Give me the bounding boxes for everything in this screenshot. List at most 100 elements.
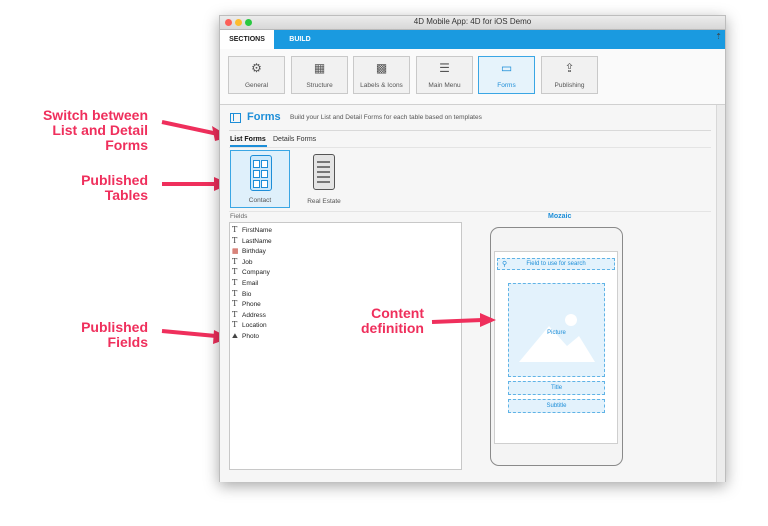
menu-icon: ☰: [439, 61, 450, 75]
toolbar-publishing-button[interactable]: ⇪ Publishing: [541, 56, 598, 94]
upload-icon[interactable]: ⇡: [715, 32, 722, 41]
toolbar-label: Labels & Icons: [360, 82, 403, 89]
calendar-icon: ▦: [232, 247, 239, 256]
field-name: Phone: [242, 301, 261, 309]
toolbar-label: Publishing: [554, 82, 585, 89]
field-name: Location: [242, 322, 267, 330]
structure-icon: ▦: [313, 61, 326, 75]
annotation-content-definition: Content definition: [330, 306, 424, 336]
field-item[interactable]: T Company: [232, 267, 270, 277]
annotation-line: Switch between: [42, 107, 148, 123]
annotation-line: definition: [361, 320, 424, 336]
field-item[interactable]: T Email: [232, 278, 258, 288]
app-window: 4D Mobile App: 4D for iOS Demo SECTIONS …: [219, 15, 726, 482]
template-name[interactable]: Mozaic: [548, 213, 571, 220]
field-name: LastName: [242, 237, 272, 245]
field-name: Birthday: [242, 248, 266, 256]
subtitle-dropzone[interactable]: Subtitle: [508, 399, 605, 413]
field-name: Address: [242, 311, 266, 319]
text-type-icon: T: [232, 320, 238, 330]
picture-label: Picture: [547, 330, 566, 336]
list-form-icon: [250, 155, 272, 191]
text-type-icon: T: [232, 288, 238, 298]
field-item[interactable]: T Location: [232, 320, 267, 330]
window-title: 4D Mobile App: 4D for iOS Demo: [413, 17, 532, 26]
toolbar-main-menu-button[interactable]: ☰ Main Menu: [416, 56, 473, 94]
page-title: Forms: [247, 111, 281, 123]
field-name: Company: [242, 269, 270, 277]
field-name: Bio: [242, 290, 252, 298]
text-type-icon: T: [232, 225, 238, 234]
publish-icon: ⇪: [564, 61, 575, 75]
toolbar-structure-button[interactable]: ▦ Structure: [291, 56, 348, 94]
annotation-line: Published: [81, 172, 148, 188]
page-description: Build your List and Detail Forms for eac…: [290, 114, 482, 121]
tab-sections[interactable]: SECTIONS: [220, 30, 274, 49]
field-item[interactable]: T LastName: [232, 236, 272, 246]
toolbar-label: General: [244, 82, 269, 89]
divider: [229, 130, 711, 131]
annotation-published-tables: Published Tables: [10, 173, 148, 203]
field-name: Job: [242, 258, 253, 266]
image-type-icon: ⛰: [232, 332, 238, 340]
toolbar-labels-icons-button[interactable]: ▩ Labels & Icons: [353, 56, 410, 94]
tab-details-forms[interactable]: Details Forms: [273, 136, 316, 143]
table-card-contact[interactable]: Contact: [230, 150, 290, 208]
qr-icon: ▩: [375, 61, 388, 75]
annotation-line: Content: [371, 305, 424, 321]
section-toolbar: ⚙ General ▦ Structure ▩ Labels & Icons ☰…: [220, 49, 725, 105]
table-name: Contact: [248, 197, 272, 204]
annotation-line: Fields: [107, 334, 148, 350]
forms-icon: [230, 113, 241, 123]
field-name: Email: [242, 280, 259, 287]
picture-dropzone[interactable]: Picture: [508, 283, 605, 377]
text-type-icon: T: [232, 309, 238, 319]
toolbar-label: Structure: [306, 82, 333, 89]
section-bar: SECTIONS BUILD ⇡: [220, 30, 725, 49]
field-item[interactable]: ▦ Birthday: [232, 246, 266, 256]
toolbar-forms-button[interactable]: ▭ Forms: [478, 56, 535, 94]
vertical-scrollbar[interactable]: [716, 105, 725, 482]
table-card-real-estate[interactable]: Real Estate: [294, 150, 354, 208]
form-preview-screen: ⚲ Field to use for search Picture Title …: [494, 251, 618, 444]
text-type-icon: T: [232, 299, 238, 309]
field-item[interactable]: T Bio: [232, 289, 251, 299]
form-preview-phone: ⚲ Field to use for search Picture Title …: [490, 227, 623, 466]
field-item[interactable]: T FirstName: [232, 225, 272, 235]
toolbar-label: Forms: [497, 82, 516, 89]
annotation-switch-forms: Switch between List and Detail Forms: [10, 108, 148, 153]
field-item[interactable]: ⛰ Photo: [232, 331, 259, 341]
toolbar-label: Main Menu: [428, 82, 461, 89]
divider: [229, 211, 711, 212]
text-type-icon: T: [232, 235, 238, 245]
arrow-content-definition: [431, 313, 496, 327]
field-name: FirstName: [242, 227, 272, 234]
list-form-icon: [313, 154, 335, 190]
annotation-published-fields: Published Fields: [10, 320, 148, 350]
forms-panel: Forms Build your List and Detail Forms f…: [220, 105, 717, 482]
text-type-icon: T: [232, 267, 238, 277]
divider: [229, 147, 711, 148]
field-item[interactable]: T Address: [232, 310, 266, 320]
toolbar-general-button[interactable]: ⚙ General: [228, 56, 285, 94]
search-field-dropzone[interactable]: ⚲ Field to use for search: [497, 258, 615, 270]
annotation-line: Tables: [104, 187, 148, 203]
text-type-icon: T: [232, 256, 238, 266]
fields-heading: Fields: [230, 213, 248, 220]
annotation-line: Forms: [105, 137, 148, 153]
search-field-label: Field to use for search: [526, 261, 586, 267]
title-bar: 4D Mobile App: 4D for iOS Demo: [220, 16, 725, 30]
field-item[interactable]: T Job: [232, 257, 252, 267]
title-dropzone[interactable]: Title: [508, 381, 605, 395]
annotation-line: Published: [81, 319, 148, 335]
field-list: T FirstName T LastName ▦ Birthday T Job T Com…: [229, 222, 462, 470]
gear-icon: ⚙: [251, 61, 262, 75]
text-type-icon: T: [232, 278, 238, 287]
table-name: Real Estate: [307, 198, 341, 205]
forms-icon: ▭: [500, 61, 513, 75]
tab-build[interactable]: BUILD: [278, 30, 322, 49]
field-item[interactable]: T Phone: [232, 299, 261, 309]
field-name: Photo: [242, 333, 259, 340]
tab-list-forms[interactable]: List Forms: [230, 136, 266, 143]
annotation-line: List and Detail: [52, 122, 148, 138]
